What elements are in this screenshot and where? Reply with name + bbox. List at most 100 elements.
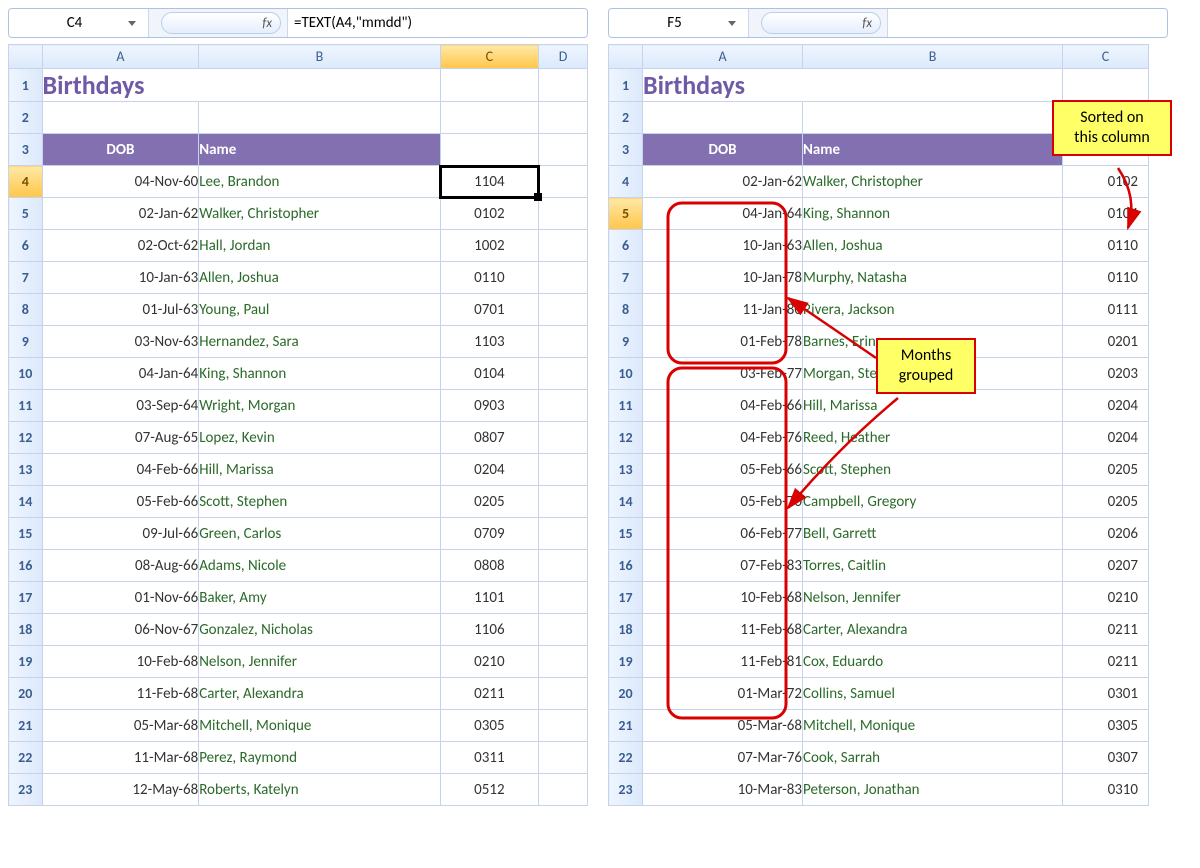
cell[interactable] xyxy=(539,646,588,678)
col-header-D[interactable]: D xyxy=(539,45,588,69)
cell-name[interactable]: King, Shannon xyxy=(803,198,1063,230)
cell[interactable] xyxy=(539,134,588,166)
cell-name[interactable]: Gonzalez, Nicholas xyxy=(199,614,441,646)
cell-name[interactable]: Allen, Joshua xyxy=(199,262,441,294)
cell-dob[interactable]: 11-Feb-81 xyxy=(643,646,803,678)
cell[interactable] xyxy=(539,710,588,742)
row-header[interactable]: 17 xyxy=(9,582,43,614)
formula-input[interactable]: =TEXT(A4,"mmdd") xyxy=(287,9,587,37)
col-header-B[interactable]: B xyxy=(803,45,1063,69)
cell-name[interactable]: Baker, Amy xyxy=(199,582,441,614)
cell-name[interactable]: Carter, Alexandra xyxy=(803,614,1063,646)
cell[interactable] xyxy=(440,134,538,166)
cell-code[interactable]: 0207 xyxy=(1063,550,1149,582)
cell-name[interactable]: Hill, Marissa xyxy=(803,390,1063,422)
col-header-A[interactable]: A xyxy=(42,45,199,69)
col-header-C[interactable]: C xyxy=(440,45,538,69)
cell-code[interactable]: 0210 xyxy=(440,646,538,678)
cell-dob[interactable]: 08-Aug-66 xyxy=(42,550,199,582)
col-header-C[interactable]: C xyxy=(1063,45,1149,69)
row-header[interactable]: 10 xyxy=(609,358,643,390)
cell-code[interactable]: 0307 xyxy=(1063,742,1149,774)
cell-code[interactable]: 0206 xyxy=(1063,518,1149,550)
cell-dob[interactable]: 04-Feb-66 xyxy=(643,390,803,422)
page-title[interactable]: Birthdays xyxy=(42,69,440,102)
formula-input[interactable] xyxy=(887,9,1167,37)
cell-name[interactable]: Lopez, Kevin xyxy=(199,422,441,454)
row-header[interactable]: 8 xyxy=(609,294,643,326)
cell-dob[interactable]: 01-Jul-63 xyxy=(42,294,199,326)
cell-code[interactable]: 0102 xyxy=(1063,166,1149,198)
cell-name[interactable]: King, Shannon xyxy=(199,358,441,390)
row-header[interactable]: 7 xyxy=(9,262,43,294)
cell-dob[interactable]: 04-Feb-76 xyxy=(643,422,803,454)
select-all-corner[interactable] xyxy=(609,45,643,69)
table-header-dob[interactable]: DOB xyxy=(643,134,803,166)
row-header[interactable]: 23 xyxy=(9,774,43,806)
cell-name[interactable]: Cox, Eduardo xyxy=(803,646,1063,678)
row-header[interactable]: 19 xyxy=(609,646,643,678)
cell[interactable] xyxy=(440,69,538,102)
cell-dob[interactable]: 04-Jan-64 xyxy=(643,198,803,230)
cell-name[interactable]: Torres, Caitlin xyxy=(803,550,1063,582)
cell-code[interactable]: 0201 xyxy=(1063,326,1149,358)
row-header[interactable]: 12 xyxy=(609,422,643,454)
row-header[interactable]: 18 xyxy=(609,614,643,646)
row-header[interactable]: 3 xyxy=(9,134,43,166)
cell-dob[interactable]: 12-May-68 xyxy=(42,774,199,806)
row-header[interactable]: 20 xyxy=(9,678,43,710)
cell-dob[interactable]: 06-Feb-77 xyxy=(643,518,803,550)
cell-dob[interactable]: 05-Feb-66 xyxy=(643,454,803,486)
cell-code[interactable]: 0204 xyxy=(1063,390,1149,422)
cell-code[interactable]: 0104 xyxy=(440,358,538,390)
cell-code[interactable]: 0111 xyxy=(1063,294,1149,326)
row-header[interactable]: 19 xyxy=(9,646,43,678)
cell-code[interactable]: 0305 xyxy=(440,710,538,742)
row-header[interactable]: 16 xyxy=(609,550,643,582)
spreadsheet-grid-right[interactable]: A B C 1 Birthdays 2 3 DOB Name 402-J xyxy=(608,44,1149,806)
cell[interactable] xyxy=(539,614,588,646)
row-header[interactable]: 7 xyxy=(609,262,643,294)
cell-code[interactable]: 0205 xyxy=(1063,454,1149,486)
cell-name[interactable]: Wright, Morgan xyxy=(199,390,441,422)
row-header[interactable]: 13 xyxy=(609,454,643,486)
row-header[interactable]: 9 xyxy=(9,326,43,358)
cell-code[interactable]: 0211 xyxy=(1063,646,1149,678)
cell-code[interactable]: 0205 xyxy=(440,486,538,518)
cell-code[interactable]: 0211 xyxy=(1063,614,1149,646)
cell-code[interactable]: 1101 xyxy=(440,582,538,614)
cell-dob[interactable]: 03-Sep-64 xyxy=(42,390,199,422)
cell-code[interactable]: 0311 xyxy=(440,742,538,774)
cell[interactable] xyxy=(539,486,588,518)
cell-dob[interactable]: 10-Jan-63 xyxy=(42,262,199,294)
fx-button[interactable]: fx xyxy=(161,12,281,34)
row-header[interactable]: 20 xyxy=(609,678,643,710)
cell-name[interactable]: Collins, Samuel xyxy=(803,678,1063,710)
row-header[interactable]: 9 xyxy=(609,326,643,358)
table-header-dob[interactable]: DOB xyxy=(42,134,199,166)
name-box[interactable]: F5 xyxy=(609,9,749,37)
cell-name[interactable]: Nelson, Jennifer xyxy=(803,582,1063,614)
cell-name[interactable]: Murphy, Natasha xyxy=(803,262,1063,294)
cell-dob[interactable]: 11-Jan-80 xyxy=(643,294,803,326)
cell[interactable] xyxy=(539,518,588,550)
cell-name[interactable]: Roberts, Katelyn xyxy=(199,774,441,806)
row-header[interactable]: 5 xyxy=(609,198,643,230)
row-header[interactable]: 3 xyxy=(609,134,643,166)
spreadsheet-grid-left[interactable]: A B C D 1 Birthdays 2 3 DOB Name xyxy=(8,44,588,806)
cell-name[interactable]: Allen, Joshua xyxy=(803,230,1063,262)
cell-code[interactable]: 0701 xyxy=(440,294,538,326)
cell[interactable] xyxy=(539,69,588,102)
row-header[interactable]: 2 xyxy=(609,102,643,134)
cell-dob[interactable]: 07-Aug-65 xyxy=(42,422,199,454)
row-header[interactable]: 13 xyxy=(9,454,43,486)
row-header[interactable]: 12 xyxy=(9,422,43,454)
col-header-B[interactable]: B xyxy=(199,45,441,69)
cell-dob[interactable]: 03-Nov-63 xyxy=(42,326,199,358)
cell-name[interactable]: Peterson, Jonathan xyxy=(803,774,1063,806)
cell-dob[interactable]: 05-Mar-68 xyxy=(643,710,803,742)
cell-dob[interactable]: 10-Jan-78 xyxy=(643,262,803,294)
cell-dob[interactable]: 05-Feb-66 xyxy=(42,486,199,518)
cell[interactable] xyxy=(539,390,588,422)
cell-code[interactable]: 0808 xyxy=(440,550,538,582)
